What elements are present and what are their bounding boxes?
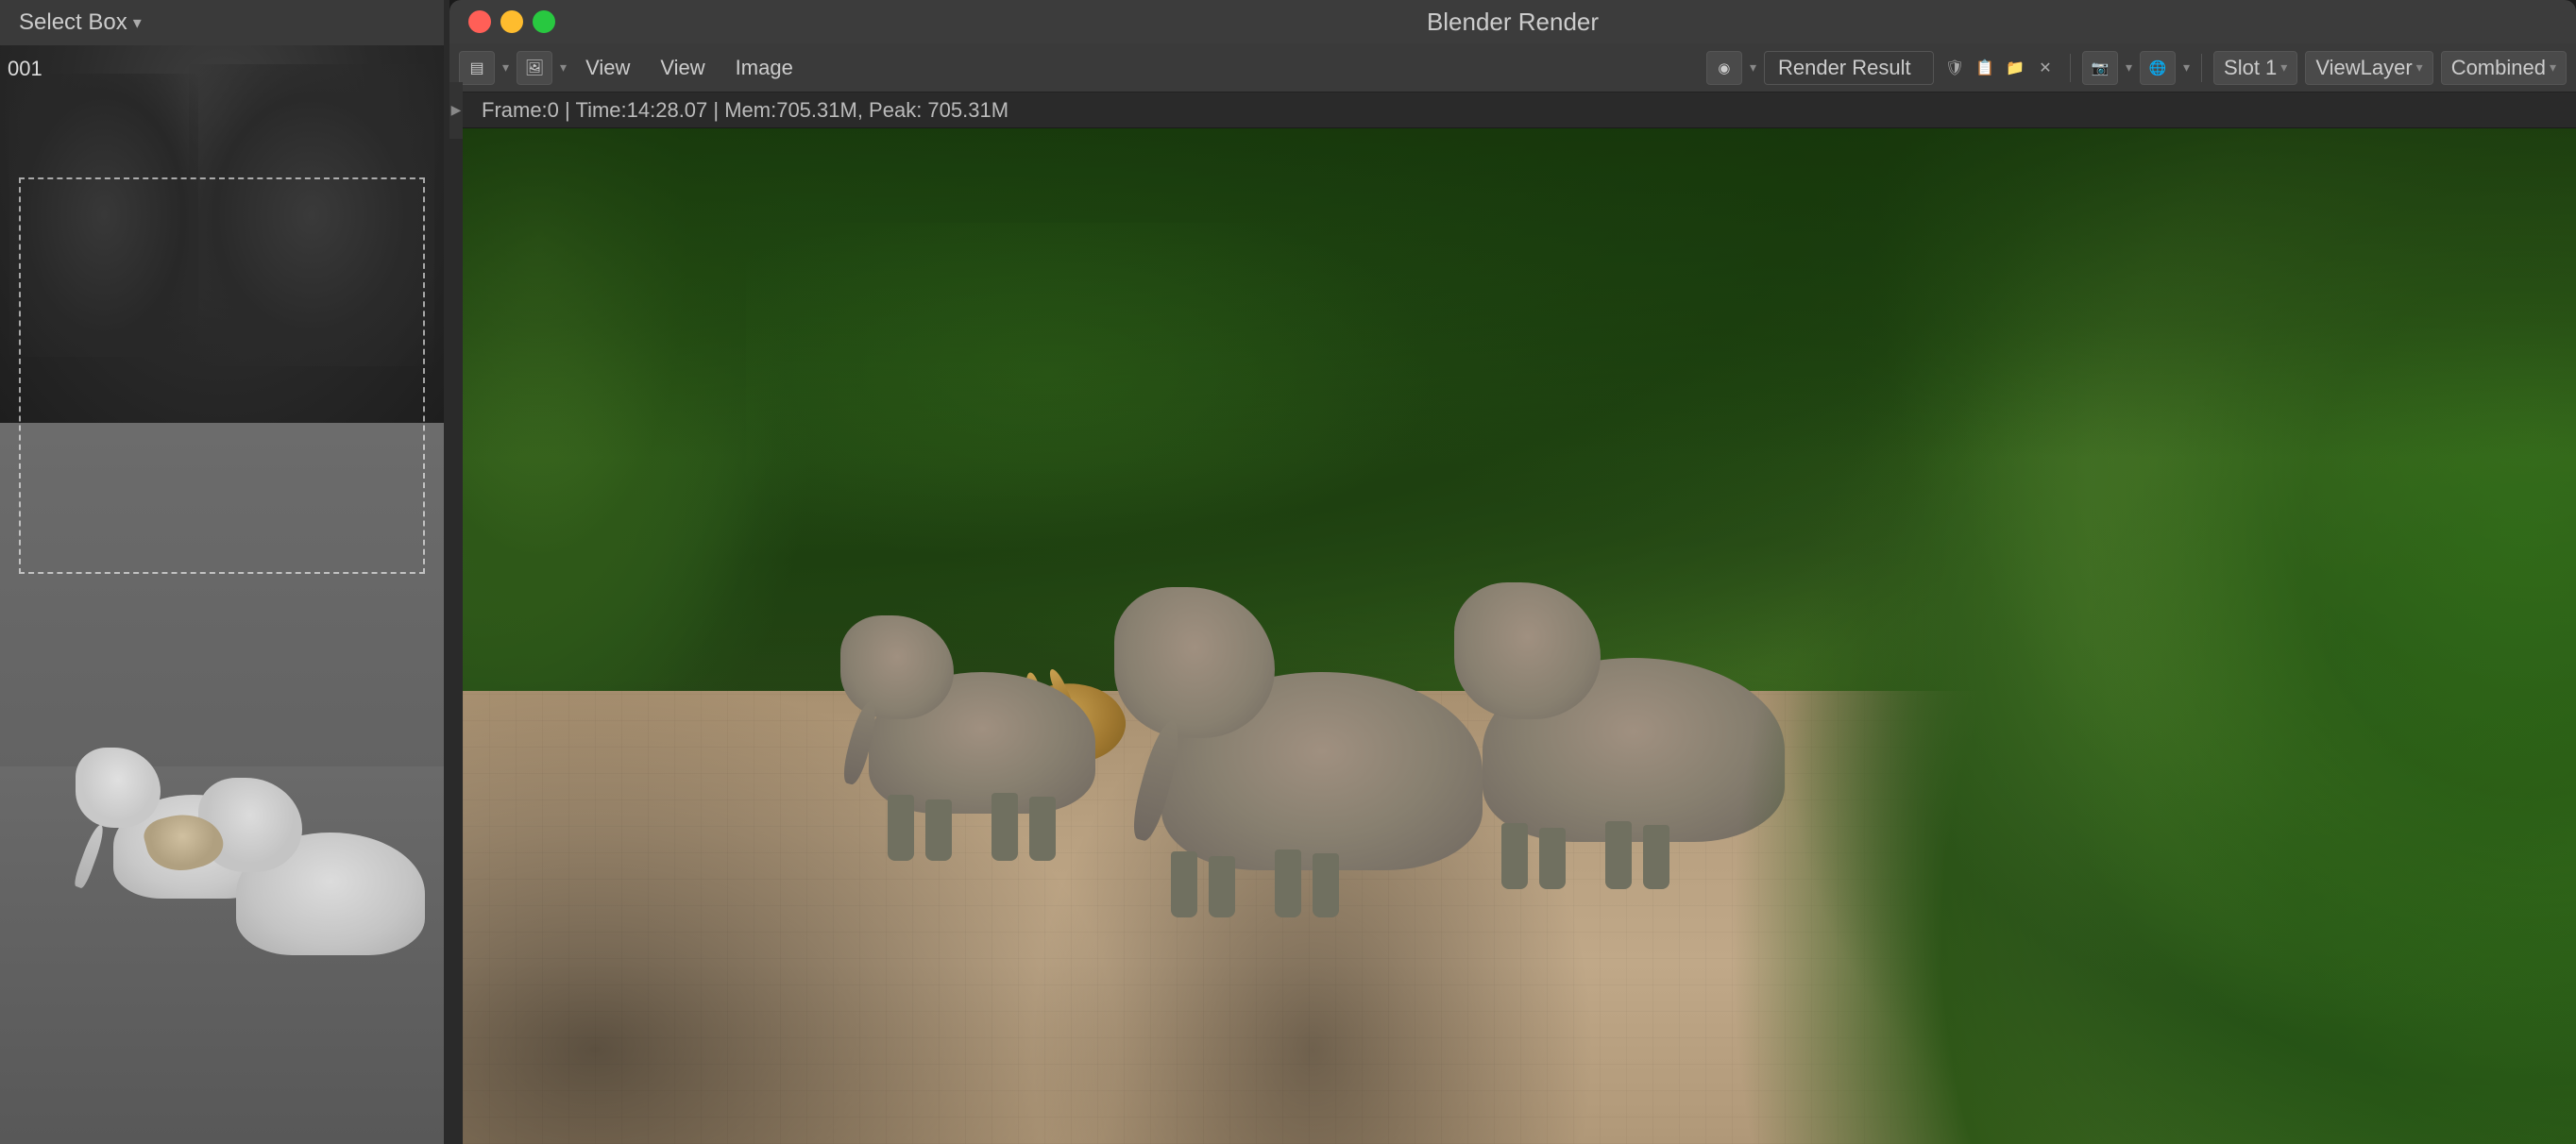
select-box-label: Select Box (19, 9, 127, 36)
render-type-icon-btn[interactable]: ◉ (1706, 51, 1742, 85)
render-image (463, 128, 2576, 1144)
view-type-icon-btn[interactable]: ▤ (459, 51, 495, 85)
elephant-1 (840, 606, 1124, 814)
window-controls (468, 10, 555, 33)
chevron-camera: ▾ (2126, 59, 2132, 76)
blender-window: Blender Render ▤ ▾ 🖼 ▾ View View Image ◉… (449, 0, 2576, 1144)
viewlayer-dropdown[interactable]: ViewLayer ▾ (2305, 51, 2432, 85)
elephant-1-leg-4 (1029, 797, 1056, 861)
elephant-2-leg-2 (1209, 856, 1235, 917)
viewlayer-chevron: ▾ (2416, 59, 2423, 76)
shield-icon-btn[interactable]: 🛡 (1941, 55, 1968, 81)
globe-icon: 🌐 (2149, 59, 2167, 76)
collapse-panel-arrow[interactable]: ▶ (449, 82, 463, 139)
maximize-button[interactable] (533, 10, 555, 33)
elephant-3-head (1454, 582, 1601, 719)
viewport-divider[interactable] (444, 0, 449, 1144)
folder-icon-btn[interactable]: 📁 (2002, 55, 2028, 81)
status-text: Frame:0 | Time:14:28.07 | Mem:705.31M, P… (482, 98, 1008, 123)
select-box-button[interactable]: Select Box ▾ (11, 6, 149, 40)
camera-icon-btn[interactable]: 📷 (2082, 51, 2118, 85)
elephant-1-leg-1 (888, 795, 914, 861)
select-box-chevron: ▾ (133, 13, 142, 33)
foliage-cluster-2 (189, 64, 434, 366)
window-title: Blender Render (1427, 8, 1599, 37)
combined-label: Combined (2451, 56, 2546, 80)
close-render-icon-btn[interactable]: ✕ (2032, 55, 2059, 81)
render-type-icon: ◉ (1718, 59, 1730, 76)
viewport-3d[interactable] (0, 45, 444, 1144)
elephant-3-leg-3 (1605, 821, 1632, 889)
combined-dropdown[interactable]: Combined ▾ (2441, 51, 2567, 85)
left-viewport-panel: Select Box ▾ 001 (0, 0, 449, 1144)
view-type-icon: ▤ (469, 59, 483, 77)
close-button[interactable] (468, 10, 491, 33)
camera-icon: 📷 (2092, 59, 2110, 76)
view-menu-btn[interactable]: View (574, 51, 641, 85)
elephant-3-leg-4 (1643, 825, 1669, 889)
viewlayer-label: ViewLayer (2315, 56, 2412, 80)
separator-1 (2070, 54, 2071, 82)
status-bar: ▶ Frame:0 | Time:14:28.07 | Mem:705.31M,… (449, 93, 2576, 128)
render-result-label: Render Result (1778, 56, 1911, 80)
close-render-icon: ✕ (2039, 59, 2051, 77)
elephant-3-leg-2 (1539, 828, 1566, 889)
copy-icon: 📋 (1975, 59, 1994, 77)
image-icon: 🖼 (525, 59, 544, 77)
globe-icon-btn[interactable]: 🌐 (2140, 51, 2176, 85)
render-image-area[interactable] (463, 128, 2576, 1144)
elephant-1-leg-2 (925, 799, 952, 861)
mid-foliage-detail (746, 223, 1501, 600)
elephant-trunk-3d (72, 823, 107, 890)
slot-chevron: ▾ (2280, 59, 2287, 76)
foliage-cluster-1 (9, 74, 198, 357)
elephant-3-leg-1 (1501, 823, 1528, 889)
elephant-2-leg-1 (1171, 851, 1197, 917)
copy-icon-btn[interactable]: 📋 (1972, 55, 1998, 81)
elephant-2-leg-4 (1313, 853, 1339, 917)
shield-icon: 🛡 (1945, 59, 1964, 77)
slot-dropdown[interactable]: Slot 1 ▾ (2213, 51, 2297, 85)
scene-label: 001 (8, 57, 42, 81)
chevron-render-type: ▾ (1750, 59, 1756, 76)
chevron-image-icon: ▾ (560, 59, 567, 76)
elephant-1-leg-3 (991, 793, 1018, 861)
minimize-button[interactable] (500, 10, 523, 33)
render-result-box[interactable]: Render Result (1764, 51, 1934, 85)
left-toolbar: Select Box ▾ (0, 0, 449, 45)
blender-toolbar: ▤ ▾ 🖼 ▾ View View Image ◉ ▾ Render Resul… (449, 43, 2576, 93)
window-title-bar: Blender Render (449, 0, 2576, 43)
elephant-1-head (840, 615, 954, 719)
image-icon-btn[interactable]: 🖼 (517, 51, 552, 85)
chevron-view-icon: ▾ (502, 59, 509, 76)
elephant-2-head (1114, 587, 1275, 738)
elephant-2-leg-3 (1275, 850, 1301, 917)
view2-menu-btn[interactable]: View (649, 51, 716, 85)
elephant-head-3d (76, 748, 161, 828)
combined-chevron: ▾ (2550, 59, 2556, 76)
chevron-globe: ▾ (2183, 59, 2190, 76)
image-menu-btn[interactable]: Image (724, 51, 805, 85)
render-result-icons: 🛡 📋 📁 ✕ (1941, 55, 2059, 81)
elephant-model-right (208, 785, 434, 955)
separator-2 (2201, 54, 2202, 82)
slot-label: Slot 1 (2224, 56, 2277, 80)
folder-icon: 📁 (2006, 59, 2025, 77)
